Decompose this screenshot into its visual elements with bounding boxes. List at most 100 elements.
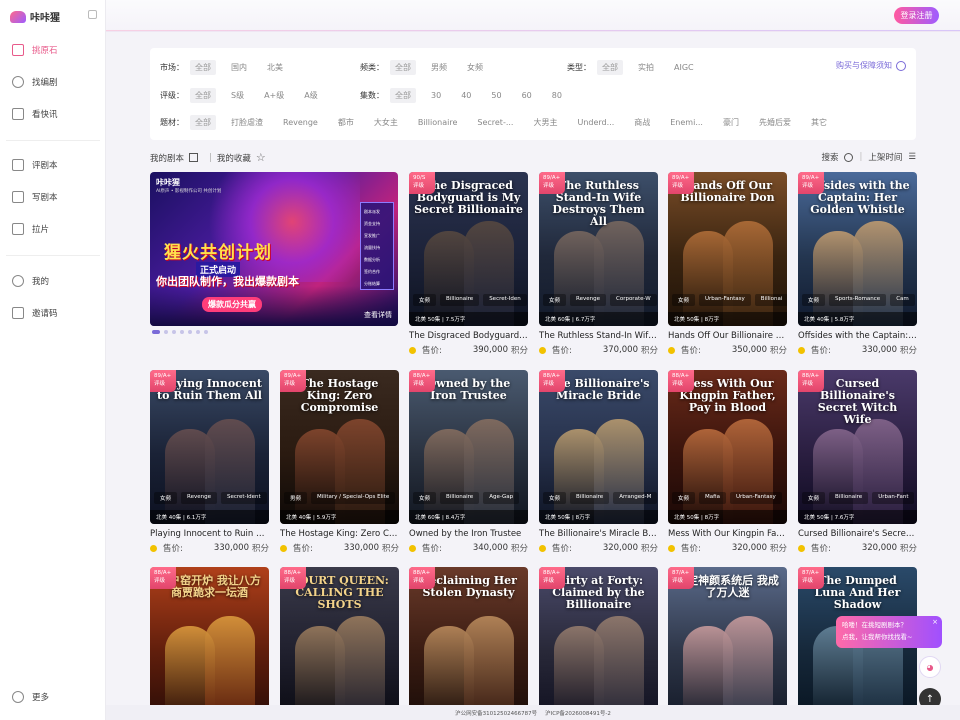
filter-option[interactable]: 40: [456, 89, 476, 102]
sidebar-item-3[interactable]: 评剧本: [0, 155, 106, 175]
filter-option[interactable]: 30: [426, 89, 446, 102]
script-card[interactable]: Playing Innocent to Ruin Them All 89/A+ 评级…: [150, 370, 269, 554]
login-register-button[interactable]: 登录注册: [894, 7, 939, 24]
filter-option[interactable]: 大女主: [369, 115, 403, 130]
script-card[interactable]: Hands Off Our Billionaire Don 89/A+ 评级 女频 Ur…: [668, 172, 787, 356]
script-card[interactable]: The Billionaire's Miracle Bride 88/A+ 评级 女频…: [539, 370, 658, 554]
filter-option[interactable]: 女频: [462, 60, 488, 75]
filter-option[interactable]: Revenge: [278, 116, 323, 129]
sidebar-item-7[interactable]: 邀请码: [0, 303, 106, 323]
sort-label[interactable]: 上架时间: [868, 151, 902, 163]
filter-option[interactable]: Underd...: [572, 116, 619, 129]
script-card[interactable]: 绝户窑开炉 我让八方商贾跪求一坛酒88/A+评级男频古代种田商战: [150, 567, 269, 720]
collapse-sidebar-icon[interactable]: [88, 10, 97, 19]
sidebar-item-6[interactable]: 我的: [0, 271, 106, 291]
card-title[interactable]: The Ruthless Stand-In Wife Destroys Them…: [539, 331, 658, 341]
filter-option[interactable]: S级: [226, 88, 249, 103]
sidebar-item-4[interactable]: 写剧本: [0, 187, 106, 207]
card-poster[interactable]: Reclaiming Her Stolen Dynasty88/A+评级女频Re…: [409, 567, 528, 720]
card-title[interactable]: Mess With Our Kingpin Father, Pay in Blo…: [668, 529, 787, 539]
card-poster[interactable]: The Hostage King: Zero Compromise 89/A+ 评级…: [280, 370, 399, 524]
filter-option[interactable]: A+级: [259, 88, 289, 103]
carousel-dot[interactable]: [172, 330, 176, 334]
card-poster[interactable]: The Ruthless Stand-In Wife Destroys Them…: [539, 172, 658, 326]
card-title[interactable]: Hands Off Our Billionaire Don: [668, 331, 787, 341]
card-title[interactable]: The Billionaire's Miracle Bride: [539, 529, 658, 539]
card-poster[interactable]: Owned by the Iron Trustee 88/A+ 评级 女频 Billio…: [409, 370, 528, 524]
card-title[interactable]: Owned by the Iron Trustee: [409, 529, 528, 539]
script-card[interactable]: Offsides with the Captain: Her Golden Wh…: [798, 172, 917, 356]
banner-detail-link[interactable]: 查看详情: [364, 310, 392, 320]
card-title[interactable]: The Hostage King: Zero Compromise: [280, 529, 399, 539]
card-poster[interactable]: Cursed Billionaire's Secret Witch Wife 88…: [798, 370, 917, 524]
filter-option[interactable]: 商战: [629, 115, 655, 130]
assistant-avatar-button[interactable]: ◕: [919, 656, 941, 678]
filter-option[interactable]: 80: [547, 89, 567, 102]
carousel-dot[interactable]: [164, 330, 168, 334]
sidebar-item-2[interactable]: 看快讯: [0, 104, 106, 124]
tab-my-scripts[interactable]: 我的剧本: [150, 152, 184, 164]
icp-beian[interactable]: 沪ICP备2026008491号-2: [545, 709, 611, 717]
filter-option[interactable]: 先婚后爱: [754, 115, 796, 130]
card-title[interactable]: Offsides with the Captain: Her Golden Wh…: [798, 331, 917, 341]
sidebar-item-8[interactable]: 更多: [0, 687, 106, 707]
filter-option[interactable]: 都市: [333, 115, 359, 130]
app-logo[interactable]: 咔咔猩: [10, 9, 60, 24]
filter-option[interactable]: AIGC: [669, 61, 699, 74]
card-poster[interactable]: The Billionaire's Miracle Bride 88/A+ 评级 女频…: [539, 370, 658, 524]
carousel-dot[interactable]: [152, 330, 160, 334]
filter-option[interactable]: 国内: [226, 60, 252, 75]
filter-option[interactable]: 大男主: [528, 115, 562, 130]
script-card[interactable]: The Disgraced Bodyguard is My Secret Bil…: [409, 172, 528, 356]
search-label[interactable]: 搜索: [821, 151, 838, 163]
filter-option[interactable]: 60: [517, 89, 537, 102]
filter-option[interactable]: 实拍: [633, 60, 659, 75]
sort-icon[interactable]: ☰: [908, 152, 916, 162]
filter-option[interactable]: 豪门: [718, 115, 744, 130]
card-poster[interactable]: 绝户窑开炉 我让八方商贾跪求一坛酒88/A+评级男频古代种田商战: [150, 567, 269, 720]
card-poster[interactable]: Mess With Our Kingpin Father, Pay in Blo…: [668, 370, 787, 524]
script-card[interactable]: 绑定神颜系统后 我成了万人迷87/A+评级女频校园系统重生: [668, 567, 787, 720]
filter-option[interactable]: 50: [486, 89, 506, 102]
script-card[interactable]: Flirty at Forty: Claimed by the Billiona…: [539, 567, 658, 720]
filter-option[interactable]: A级: [299, 88, 322, 103]
script-card[interactable]: COURT QUEEN: CALLING THE SHOTS88/A+评级女频S…: [280, 567, 399, 720]
card-poster[interactable]: Playing Innocent to Ruin Them All 89/A+ 评级…: [150, 370, 269, 524]
script-card[interactable]: Reclaiming Her Stolen Dynasty88/A+评级女频Re…: [409, 567, 528, 720]
carousel-dot[interactable]: [204, 330, 208, 334]
card-title[interactable]: The Disgraced Bodyguard is My Secret Bil…: [409, 331, 528, 341]
promo-banner[interactable]: 咔咔猩 AI原声 • 影视制作公司 共创计划 猩火共创计划 正式启动 你出团队制…: [150, 172, 398, 326]
script-card[interactable]: The Ruthless Stand-In Wife Destroys Them…: [539, 172, 658, 356]
filter-option[interactable]: 打脸虐渣: [226, 115, 268, 130]
filter-option[interactable]: 其它: [806, 115, 832, 130]
script-card[interactable]: Cursed Billionaire's Secret Witch Wife 88…: [798, 370, 917, 554]
search-icon[interactable]: [844, 152, 854, 162]
script-card[interactable]: The Hostage King: Zero Compromise 89/A+ 评级…: [280, 370, 399, 554]
filter-option[interactable]: Secret-...: [472, 116, 518, 129]
card-poster[interactable]: 绑定神颜系统后 我成了万人迷87/A+评级女频校园系统重生: [668, 567, 787, 720]
filter-option[interactable]: 全部: [190, 59, 216, 75]
tab-my-favorites[interactable]: 我的收藏: [217, 152, 251, 164]
carousel-dot[interactable]: [196, 330, 200, 334]
sidebar-item-0[interactable]: 挑原石: [0, 40, 106, 60]
filter-option[interactable]: 男频: [426, 60, 452, 75]
card-poster[interactable]: COURT QUEEN: CALLING THE SHOTS88/A+评级女频S…: [280, 567, 399, 720]
card-poster[interactable]: Offsides with the Captain: Her Golden Wh…: [798, 172, 917, 326]
assistant-chat-bubble[interactable]: 哈喽！在挑短剧剧本？ 点我，让我帮你找找看~ ×: [836, 616, 942, 648]
carousel-dot[interactable]: [180, 330, 184, 334]
police-beian[interactable]: 沪公网安备31012502466787号: [455, 709, 537, 717]
card-poster[interactable]: Hands Off Our Billionaire Don 89/A+ 评级 女频 Ur…: [668, 172, 787, 326]
filter-option[interactable]: 全部: [190, 114, 216, 130]
filter-option[interactable]: 全部: [190, 87, 216, 103]
card-poster[interactable]: The Disgraced Bodyguard is My Secret Bil…: [409, 172, 528, 326]
filter-option[interactable]: 全部: [390, 87, 416, 103]
purchase-guarantee-link[interactable]: 购买与保障须知: [836, 60, 906, 71]
close-icon[interactable]: ×: [932, 616, 938, 628]
filter-option[interactable]: Billionaire: [413, 116, 463, 129]
script-card[interactable]: Owned by the Iron Trustee 88/A+ 评级 女频 Billio…: [409, 370, 528, 554]
card-title[interactable]: Cursed Billionaire's Secret Witch Wife: [798, 529, 917, 539]
card-poster[interactable]: Flirty at Forty: Claimed by the Billiona…: [539, 567, 658, 720]
carousel-dot[interactable]: [188, 330, 192, 334]
sidebar-item-5[interactable]: 拉片: [0, 219, 106, 239]
filter-option[interactable]: Enemi...: [665, 116, 708, 129]
